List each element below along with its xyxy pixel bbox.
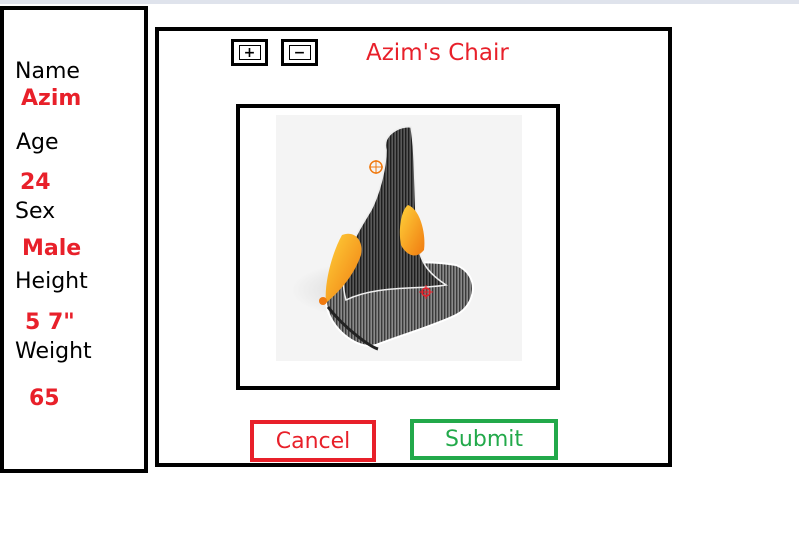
zoom-in-icon: + bbox=[238, 45, 261, 60]
age-value: 24 bbox=[20, 170, 51, 195]
name-value: Azim bbox=[21, 86, 82, 111]
zoom-out-icon: − bbox=[288, 45, 311, 60]
sex-label: Sex bbox=[15, 199, 56, 224]
submit-button[interactable]: Submit bbox=[410, 419, 558, 460]
weight-value: 65 bbox=[29, 386, 60, 411]
sex-value: Male bbox=[22, 236, 82, 261]
age-label: Age bbox=[16, 130, 59, 155]
name-label: Name bbox=[15, 59, 80, 84]
weight-label: Weight bbox=[15, 339, 92, 364]
page-title: Azim's Chair bbox=[366, 40, 509, 66]
height-label: Height bbox=[15, 269, 88, 294]
height-value: 5 7" bbox=[25, 310, 75, 335]
cancel-button[interactable]: Cancel bbox=[250, 420, 376, 462]
chair-illustration bbox=[291, 126, 474, 351]
zoom-out-button[interactable]: − bbox=[281, 39, 318, 66]
zoom-in-button[interactable]: + bbox=[231, 39, 268, 66]
window-top-strip bbox=[0, 0, 799, 4]
chair-image[interactable] bbox=[276, 115, 522, 361]
